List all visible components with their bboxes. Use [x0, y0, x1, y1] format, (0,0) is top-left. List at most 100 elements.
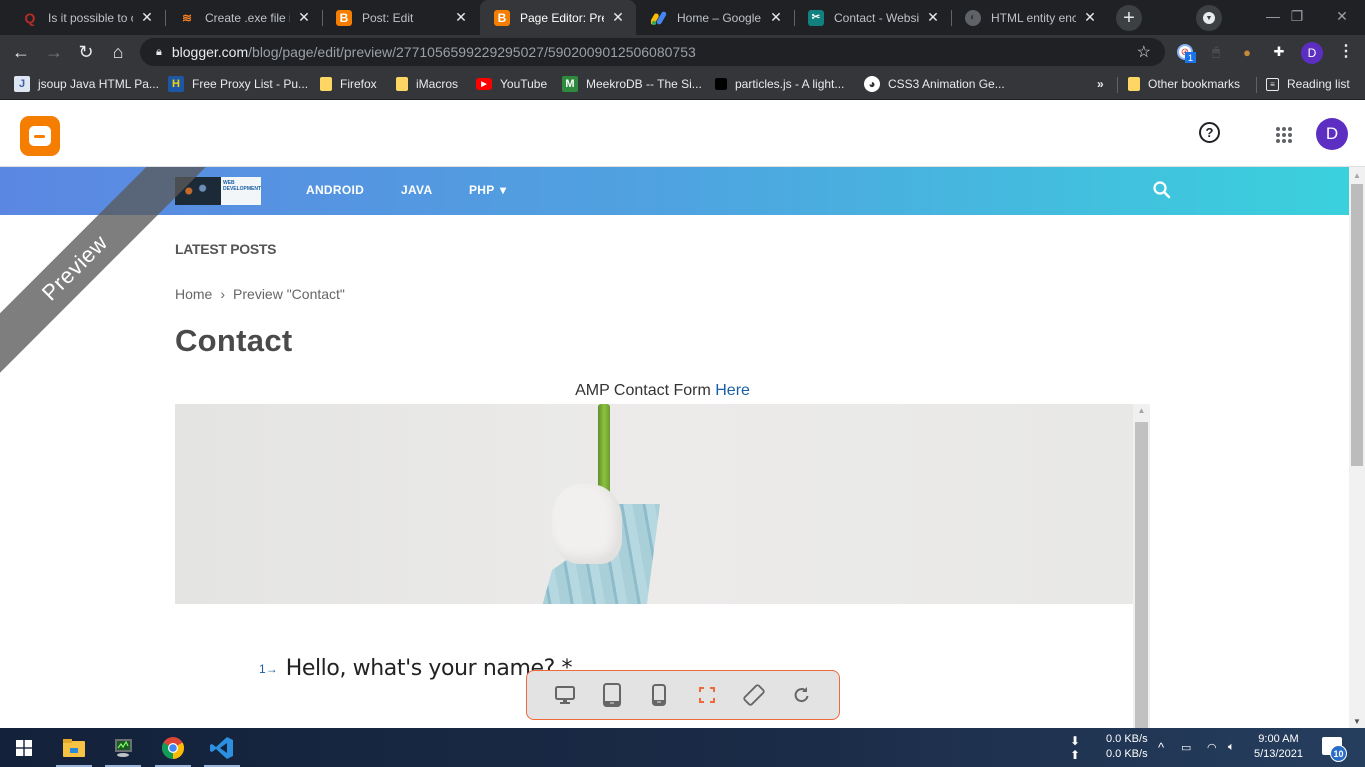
extension-cookie[interactable]: ●: [1237, 42, 1257, 62]
close-icon[interactable]: ✕: [296, 9, 312, 26]
scroll-up-icon[interactable]: ▲: [1349, 171, 1365, 180]
bookmark-youtube[interactable]: ▶ YouTube: [476, 75, 547, 93]
battery-icon[interactable]: ▭: [1181, 728, 1191, 767]
page-title: Contact: [175, 323, 293, 358]
search-icon[interactable]: [1152, 180, 1172, 200]
bookmark-jsoup[interactable]: Jjsoup Java HTML Pa...: [14, 75, 159, 93]
volume-icon[interactable]: 🔈︎: [1228, 728, 1235, 767]
page-preview-frame: WEB DEVELOPMENT ANDROID JAVA PHP ▾ Previ…: [0, 167, 1365, 728]
breadcrumb-current: Preview "Contact": [233, 286, 345, 302]
scroll-down-icon[interactable]: ▼: [1349, 717, 1365, 726]
bookmark-free-proxy-list[interactable]: H Free Proxy List - Pu...: [168, 75, 308, 93]
restore-button[interactable]: ❐: [1274, 0, 1320, 32]
taskbar-task-manager[interactable]: [99, 728, 147, 767]
tab-post-edit[interactable]: B Post: Edit ✕: [322, 0, 479, 35]
fullscreen-button[interactable]: [692, 680, 722, 710]
home-button[interactable]: ⌂: [105, 39, 131, 65]
breadcrumb: Home › Preview "Contact": [175, 286, 345, 302]
arrow-left-icon: ←: [12, 41, 30, 62]
taskbar-chrome[interactable]: [149, 728, 197, 767]
windows-taskbar: ⬇ ⬆ 0.0 KB/s 0.0 KB/s ^ ▭ ◠ 🔈︎ 9:00 AM 5…: [0, 728, 1365, 767]
show-hidden-icons-button[interactable]: ^: [1158, 728, 1164, 767]
tab-stackoverflow[interactable]: ≋ Create .exe file in ✕: [165, 0, 322, 35]
chrome-icon: [162, 736, 184, 759]
bookmark-divider: [1256, 77, 1257, 93]
tab-google-adsense[interactable]: Home – Google A ✕: [637, 0, 794, 35]
refresh-icon: [794, 687, 809, 703]
bookmark-star-icon[interactable]: ☆: [1137, 42, 1151, 62]
wifi-icon[interactable]: ◠: [1207, 728, 1217, 767]
nav-item-php[interactable]: PHP ▾: [469, 183, 506, 197]
tab-html-entity-encoder[interactable]: ◐ HTML entity enco ✕: [951, 0, 1108, 35]
breadcrumb-separator: ›: [220, 286, 226, 302]
tab-page-editor-preview[interactable]: B Page Editor: Previ ✕: [480, 0, 636, 35]
home-icon: ⌂: [112, 41, 124, 62]
scroll-up-icon[interactable]: ▲: [1133, 406, 1150, 415]
amp-contact-line: AMP Contact Form Here: [175, 382, 1150, 400]
bookmarks-overflow-button[interactable]: »: [1097, 75, 1104, 93]
refresh-button[interactable]: [786, 680, 816, 710]
monitor-app-icon: [115, 738, 132, 757]
account-avatar[interactable]: D: [1316, 118, 1348, 150]
profile-button[interactable]: D: [1301, 42, 1323, 64]
close-icon[interactable]: ✕: [610, 9, 626, 26]
desktop-view-button[interactable]: [550, 680, 580, 710]
form-scrollbar[interactable]: ▲: [1133, 404, 1150, 728]
tab-search-button[interactable]: ▼: [1196, 5, 1222, 31]
form-scroll-thumb[interactable]: [1135, 422, 1148, 728]
tab-quora[interactable]: Q Is it possible to cr ✕: [8, 0, 165, 35]
tab-title: Is it possible to cr: [48, 10, 133, 25]
tablet-view-button[interactable]: [597, 680, 627, 710]
phone-icon: [652, 684, 667, 706]
tab-contact-website[interactable]: ✂ Contact - Website ✕: [794, 0, 951, 35]
page-scrollbar[interactable]: ▲ ▼: [1349, 167, 1365, 728]
mobile-view-button[interactable]: [644, 680, 674, 710]
close-icon[interactable]: ✕: [453, 9, 469, 26]
rotate-button[interactable]: [739, 680, 769, 710]
reload-button[interactable]: ↻: [73, 39, 99, 65]
close-icon[interactable]: ✕: [139, 9, 155, 26]
latest-posts-heading[interactable]: LATEST POSTS: [175, 241, 276, 257]
close-icon[interactable]: ✕: [925, 9, 941, 26]
folder-icon: [1128, 77, 1140, 91]
reload-icon: ↻: [78, 41, 94, 62]
taskbar-vscode[interactable]: [198, 728, 246, 767]
menu-kebab-icon[interactable]: ⋮: [1338, 42, 1354, 62]
bookmark-label: Reading list: [1287, 77, 1350, 91]
extension-blocker[interactable]: ⊘ 1: [1175, 42, 1196, 63]
other-bookmarks[interactable]: Other bookmarks: [1128, 75, 1240, 93]
cookie-icon: ●: [1243, 44, 1251, 60]
back-button[interactable]: ←: [8, 39, 34, 65]
page-scroll-thumb[interactable]: [1351, 184, 1363, 466]
google-apps-icon[interactable]: [1276, 127, 1292, 143]
extension-mouse[interactable]: 🖱︎: [1206, 42, 1226, 62]
close-window-button[interactable]: ✕: [1319, 0, 1365, 32]
new-tab-button[interactable]: +: [1116, 5, 1142, 31]
bookmark-css3-animation[interactable]: ◕ CSS3 Animation Ge...: [864, 75, 1005, 93]
system-clock[interactable]: 9:00 AM 5/13/2021: [1254, 732, 1303, 762]
taskbar-file-explorer[interactable]: [50, 728, 98, 767]
start-button[interactable]: [0, 728, 48, 767]
jsoup-icon: J: [14, 76, 30, 92]
url-host: blogger.com: [171, 44, 249, 60]
bookmark-folder-imacros[interactable]: iMacros: [396, 75, 458, 93]
arrow-right-icon: →: [45, 41, 63, 62]
image-clay: [552, 484, 622, 564]
extensions-button[interactable]: ✚: [1269, 42, 1289, 62]
bookmark-folder-firefox[interactable]: Firefox: [320, 75, 377, 93]
bookmark-label: particles.js - A light...: [735, 77, 845, 91]
close-icon[interactable]: ✕: [768, 9, 784, 26]
nav-item-android[interactable]: ANDROID: [306, 183, 364, 197]
reading-list[interactable]: ≡ Reading list: [1266, 75, 1350, 93]
blogger-logo[interactable]: [20, 116, 60, 156]
help-icon[interactable]: ?: [1199, 122, 1220, 143]
breadcrumb-home[interactable]: Home: [175, 286, 212, 302]
nav-item-java[interactable]: JAVA: [401, 183, 432, 197]
close-icon[interactable]: ✕: [1082, 9, 1098, 26]
bookmark-meekrodb[interactable]: M MeekroDB -- The Si...: [562, 75, 702, 93]
amp-form-link[interactable]: Here: [715, 382, 750, 399]
extension-badge: 1: [1185, 52, 1196, 63]
forward-button[interactable]: →: [41, 39, 67, 65]
address-bar[interactable]: 🔒︎ blogger.com/blog/page/edit/preview/27…: [140, 38, 1165, 66]
bookmark-particles-js[interactable]: particles.js - A light...: [715, 75, 844, 93]
